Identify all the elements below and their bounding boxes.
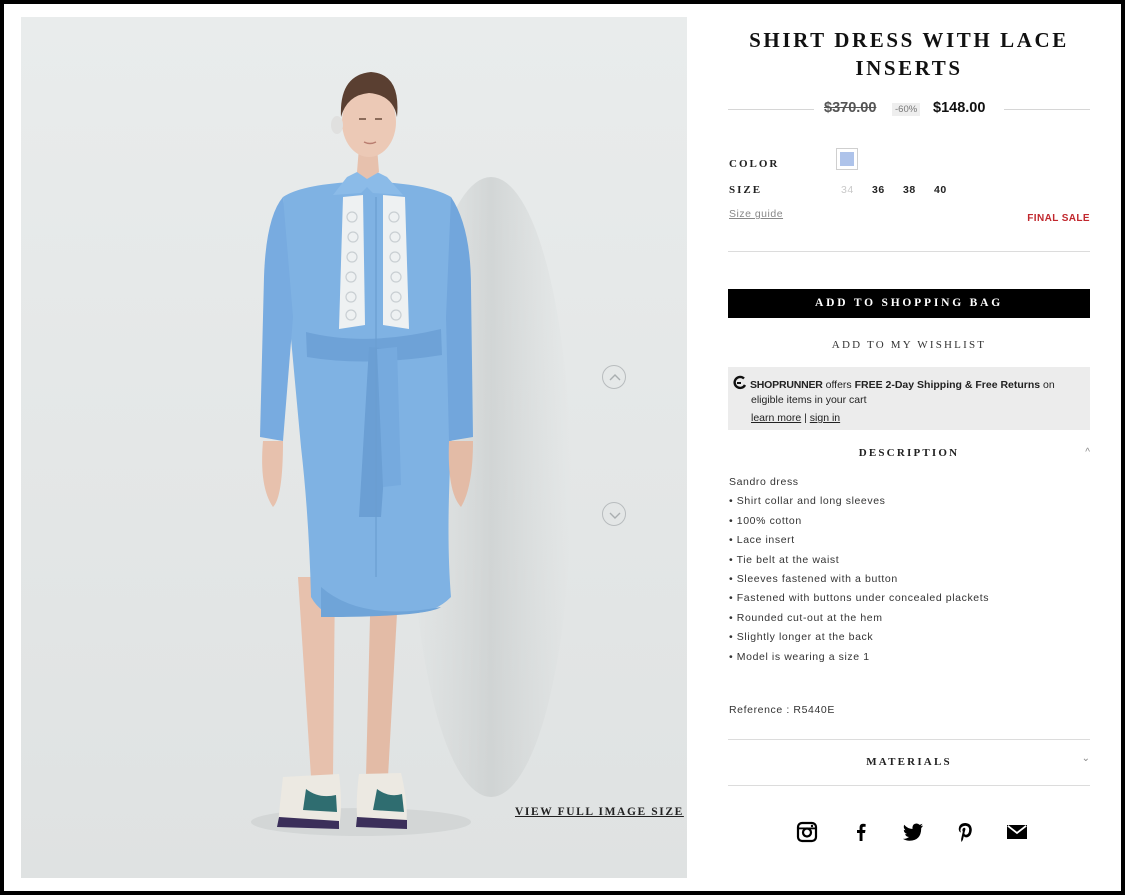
chevron-up-icon[interactable]: ^ [1085, 447, 1090, 458]
shoprunner-offer: FREE 2-Day Shipping & Free Returns [854, 379, 1041, 391]
pinterest-icon[interactable] [953, 820, 977, 844]
color-swatch[interactable] [836, 148, 858, 170]
description-line: • Lace insert [729, 534, 795, 547]
sign-in-link[interactable]: sign in [810, 412, 840, 424]
size-guide-link[interactable]: Size guide [729, 208, 783, 220]
shoprunner-line: SHOPRUNNER offers FREE 2-Day Shipping & … [732, 375, 1055, 391]
divider [728, 739, 1090, 740]
instagram-icon[interactable] [795, 820, 819, 844]
shoprunner-logo-icon [733, 375, 747, 390]
price-row: $370.00 -60% $148.00 [728, 100, 1090, 120]
description-line: • Sleeves fastened with a button [729, 572, 898, 585]
learn-more-link[interactable]: learn more [751, 412, 801, 424]
product-image[interactable]: VIEW FULL IMAGE SIZE [21, 17, 687, 878]
description-line: • Shirt collar and long sleeves [729, 495, 886, 508]
discount-badge: -60% [892, 103, 921, 116]
materials-accordion-header[interactable]: MATERIALS [728, 756, 1090, 768]
shoprunner-links: learn more | sign in [751, 412, 840, 424]
product-info-panel: SHIRT DRESS WITH LACE INSERTS $370.00 -6… [728, 4, 1090, 891]
product-reference: Reference : R5440E [729, 704, 835, 716]
twitter-icon[interactable] [901, 820, 925, 844]
link-separator: | [801, 412, 810, 424]
description-accordion-header[interactable]: DESCRIPTION [728, 447, 1090, 459]
chevron-up-icon [609, 374, 621, 381]
swatch-color [840, 152, 854, 166]
description-line: • Slightly longer at the back [729, 631, 874, 644]
description-line: • Tie belt at the waist [729, 553, 840, 566]
description-line: • Fastened with buttons under concealed … [729, 592, 990, 605]
facebook-icon[interactable] [849, 820, 873, 844]
divider [728, 251, 1090, 252]
size-option-36[interactable]: 36 [872, 184, 903, 196]
size-selector: 34 36 38 40 [841, 184, 965, 196]
view-full-image-link[interactable]: VIEW FULL IMAGE SIZE [515, 806, 684, 818]
original-price: $370.00 [824, 100, 877, 116]
add-to-bag-button[interactable]: ADD TO SHOPPING BAG [728, 289, 1090, 318]
shoprunner-brand: SHOPRUNNER [750, 379, 823, 391]
description-list: Sandro dress • Shirt collar and long slee… [729, 476, 989, 670]
description-line: Sandro dress [729, 476, 799, 488]
description-line: • Rounded cut-out at the hem [729, 611, 883, 624]
divider [728, 109, 814, 110]
color-label: COLOR [729, 158, 780, 170]
shoprunner-banner: SHOPRUNNER offers FREE 2-Day Shipping & … [728, 367, 1090, 430]
description-line: • Model is wearing a size 1 [729, 650, 870, 663]
description-line: • 100% cotton [729, 514, 802, 527]
sale-price: $148.00 [933, 100, 986, 116]
chevron-down-icon[interactable]: ⌄ [1082, 753, 1090, 764]
shoprunner-text: offers [822, 379, 855, 391]
page-frame: VIEW FULL IMAGE SIZE SHIRT DRESS WITH LA… [4, 4, 1121, 891]
size-label: SIZE [729, 184, 763, 196]
shoprunner-text: on [1040, 379, 1055, 391]
shoprunner-eligibility: eligible items in your cart [751, 394, 867, 406]
model-photo [251, 72, 571, 836]
next-image-button[interactable] [602, 502, 626, 526]
social-share-bar [795, 820, 1035, 844]
add-to-wishlist-link[interactable]: ADD TO MY WISHLIST [728, 339, 1090, 351]
size-option-40[interactable]: 40 [934, 184, 965, 196]
email-icon[interactable] [1005, 820, 1029, 844]
final-sale-badge: FINAL SALE [1027, 213, 1090, 224]
prev-image-button[interactable] [602, 365, 626, 389]
product-title: SHIRT DRESS WITH LACE INSERTS [749, 28, 1069, 80]
size-option-38[interactable]: 38 [903, 184, 934, 196]
divider [1004, 109, 1090, 110]
divider [728, 785, 1090, 786]
size-option-34: 34 [841, 184, 854, 196]
chevron-down-icon [609, 512, 621, 519]
